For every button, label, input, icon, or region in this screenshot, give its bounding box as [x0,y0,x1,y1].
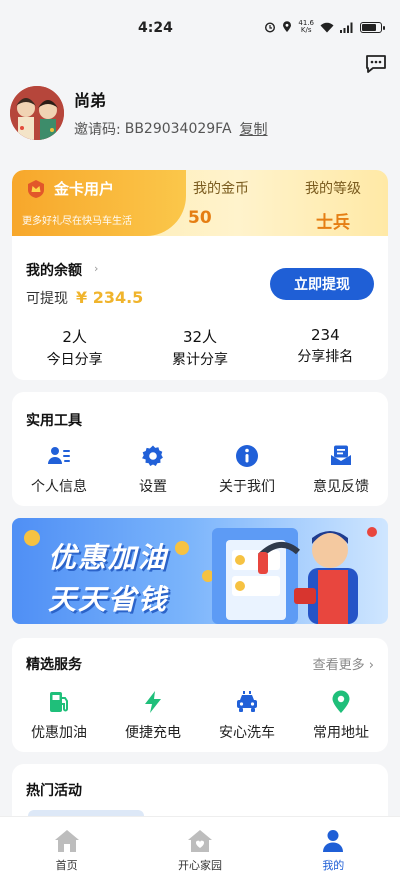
service-common-address[interactable]: 常用地址 [294,690,388,742]
tab-happy-home[interactable]: 开心家园 [133,817,266,880]
tool-label: 意见反馈 [313,479,369,495]
location-pin-icon [332,690,350,713]
lightning-icon [145,691,161,713]
fuel-promo-banner[interactable]: 优惠加油 天天省钱 [12,518,388,624]
stat-value: 234 [311,326,340,344]
service-discount-fuel[interactable]: 优惠加油 [12,690,106,742]
vip-title: 金卡用户 [54,180,115,198]
banner-line-1: 优惠加油 [48,541,169,574]
tab-label: 首页 [55,859,78,872]
tool-personal-info[interactable]: 个人信息 [12,444,106,496]
balance-title[interactable]: 我的余额 [26,260,82,280]
invite-label: 邀请码: [74,122,121,138]
info-icon [236,445,258,467]
car-icon [237,691,257,712]
location-icon [283,21,292,32]
chevron-right-icon[interactable]: › [94,262,98,275]
stat-label: 累计分享 [171,352,228,368]
level-stat[interactable]: 我的等级 士兵 [288,178,378,233]
services-grid: 优惠加油 便捷充电 安心洗车 常用地址 [12,690,388,742]
stat-value: 2人 [62,328,87,346]
fuel-pump-icon [50,692,68,712]
tab-mine[interactable]: 我的 [267,817,400,880]
profile-header: 尚弟 邀请码: BB29034029FA 复制 [10,86,268,140]
signal-icon [340,22,353,33]
status-icons: 41.6 K/s [264,20,385,34]
house-heart-icon [187,830,212,852]
service-car-wash[interactable]: 安心洗车 [200,690,294,742]
tool-label: 设置 [139,479,167,495]
balance-card: 我的余额 › 可提现 ¥ 234.5 立即提现 2人 今日分享 32人 累计分享… [12,236,388,380]
tool-about-us[interactable]: 关于我们 [200,444,294,496]
stat-today-share[interactable]: 2人 今日分享 [12,326,137,369]
service-label: 便捷充电 [125,725,181,741]
stat-total-share[interactable]: 32人 累计分享 [137,326,262,369]
see-more-link[interactable]: 查看更多 › [313,654,374,673]
stat-label: 分享排名 [297,349,354,365]
status-time: 4:24 [138,20,173,36]
battery-icon [360,21,385,33]
status-bar: 4:24 41.6 K/s [0,0,400,50]
tool-label: 关于我们 [219,479,275,495]
coins-stat[interactable]: 我的金币 50 [176,178,266,228]
balance-amount: ¥ 234.5 [76,288,144,307]
level-value: 士兵 [316,213,350,233]
copy-invite-link[interactable]: 复制 [240,119,268,139]
stat-label: 今日分享 [46,352,103,368]
home-icon [54,830,79,852]
wifi-icon [320,22,334,32]
gear-icon [142,445,163,466]
tools-grid: 个人信息 设置 关于我们 意见反馈 [12,444,388,496]
person-icon [323,830,344,852]
banner-line-2: 天天省钱 [48,583,169,616]
tab-label: 我的 [322,859,345,872]
net-speed: 41.6 K/s [298,20,314,34]
service-label: 常用地址 [313,725,369,741]
invite-code: BB29034029FA [124,121,232,137]
share-stats: 2人 今日分享 32人 累计分享 234 分享排名 [12,326,388,369]
tab-home[interactable]: 首页 [0,817,133,880]
stat-share-rank[interactable]: 234 分享排名 [263,326,388,369]
stat-value: 32人 [182,328,218,346]
activities-title: 热门活动 [26,783,82,799]
user-card-icon [48,447,70,464]
net-speed-unit: K/s [300,26,312,34]
invite-row: 邀请码: BB29034029FA 复制 [74,119,268,139]
feedback-icon [331,445,351,465]
withdrawable-row: 可提现 ¥ 234.5 [26,288,143,308]
vip-subtitle: 更多好礼尽在快马车生活 [22,216,132,227]
level-label: 我的等级 [305,181,361,197]
tool-settings[interactable]: 设置 [106,444,200,496]
withdrawable-label: 可提现 [26,291,68,307]
alarm-icon [265,22,276,33]
tab-label: 开心家园 [177,859,222,872]
bottom-tab-bar: 首页 开心家园 我的 [0,816,400,880]
service-label: 安心洗车 [219,725,275,741]
services-title: 精选服务 [26,657,82,673]
withdraw-button[interactable]: 立即提现 [270,268,374,300]
service-label: 优惠加油 [31,725,87,741]
tool-label: 个人信息 [31,479,87,495]
crown-icon [28,180,44,198]
service-quick-charge[interactable]: 便捷充电 [106,690,200,742]
services-card: 精选服务 查看更多 › 优惠加油 便捷充电 安心洗车 常用地址 [12,638,388,752]
tools-card: 实用工具 个人信息 设置 关于我们 意见反馈 [12,392,388,506]
user-name: 尚弟 [74,91,107,110]
coins-value: 50 [188,208,212,228]
message-icon[interactable] [364,52,388,76]
vip-badge: 金卡用户 更多好礼尽在快马车生活 [12,170,186,236]
tools-title: 实用工具 [26,413,82,429]
tool-feedback[interactable]: 意见反馈 [294,444,388,496]
vip-card: 金卡用户 更多好礼尽在快马车生活 我的金币 50 我的等级 士兵 [12,170,388,236]
coins-label: 我的金币 [193,181,249,197]
avatar[interactable] [10,86,64,140]
